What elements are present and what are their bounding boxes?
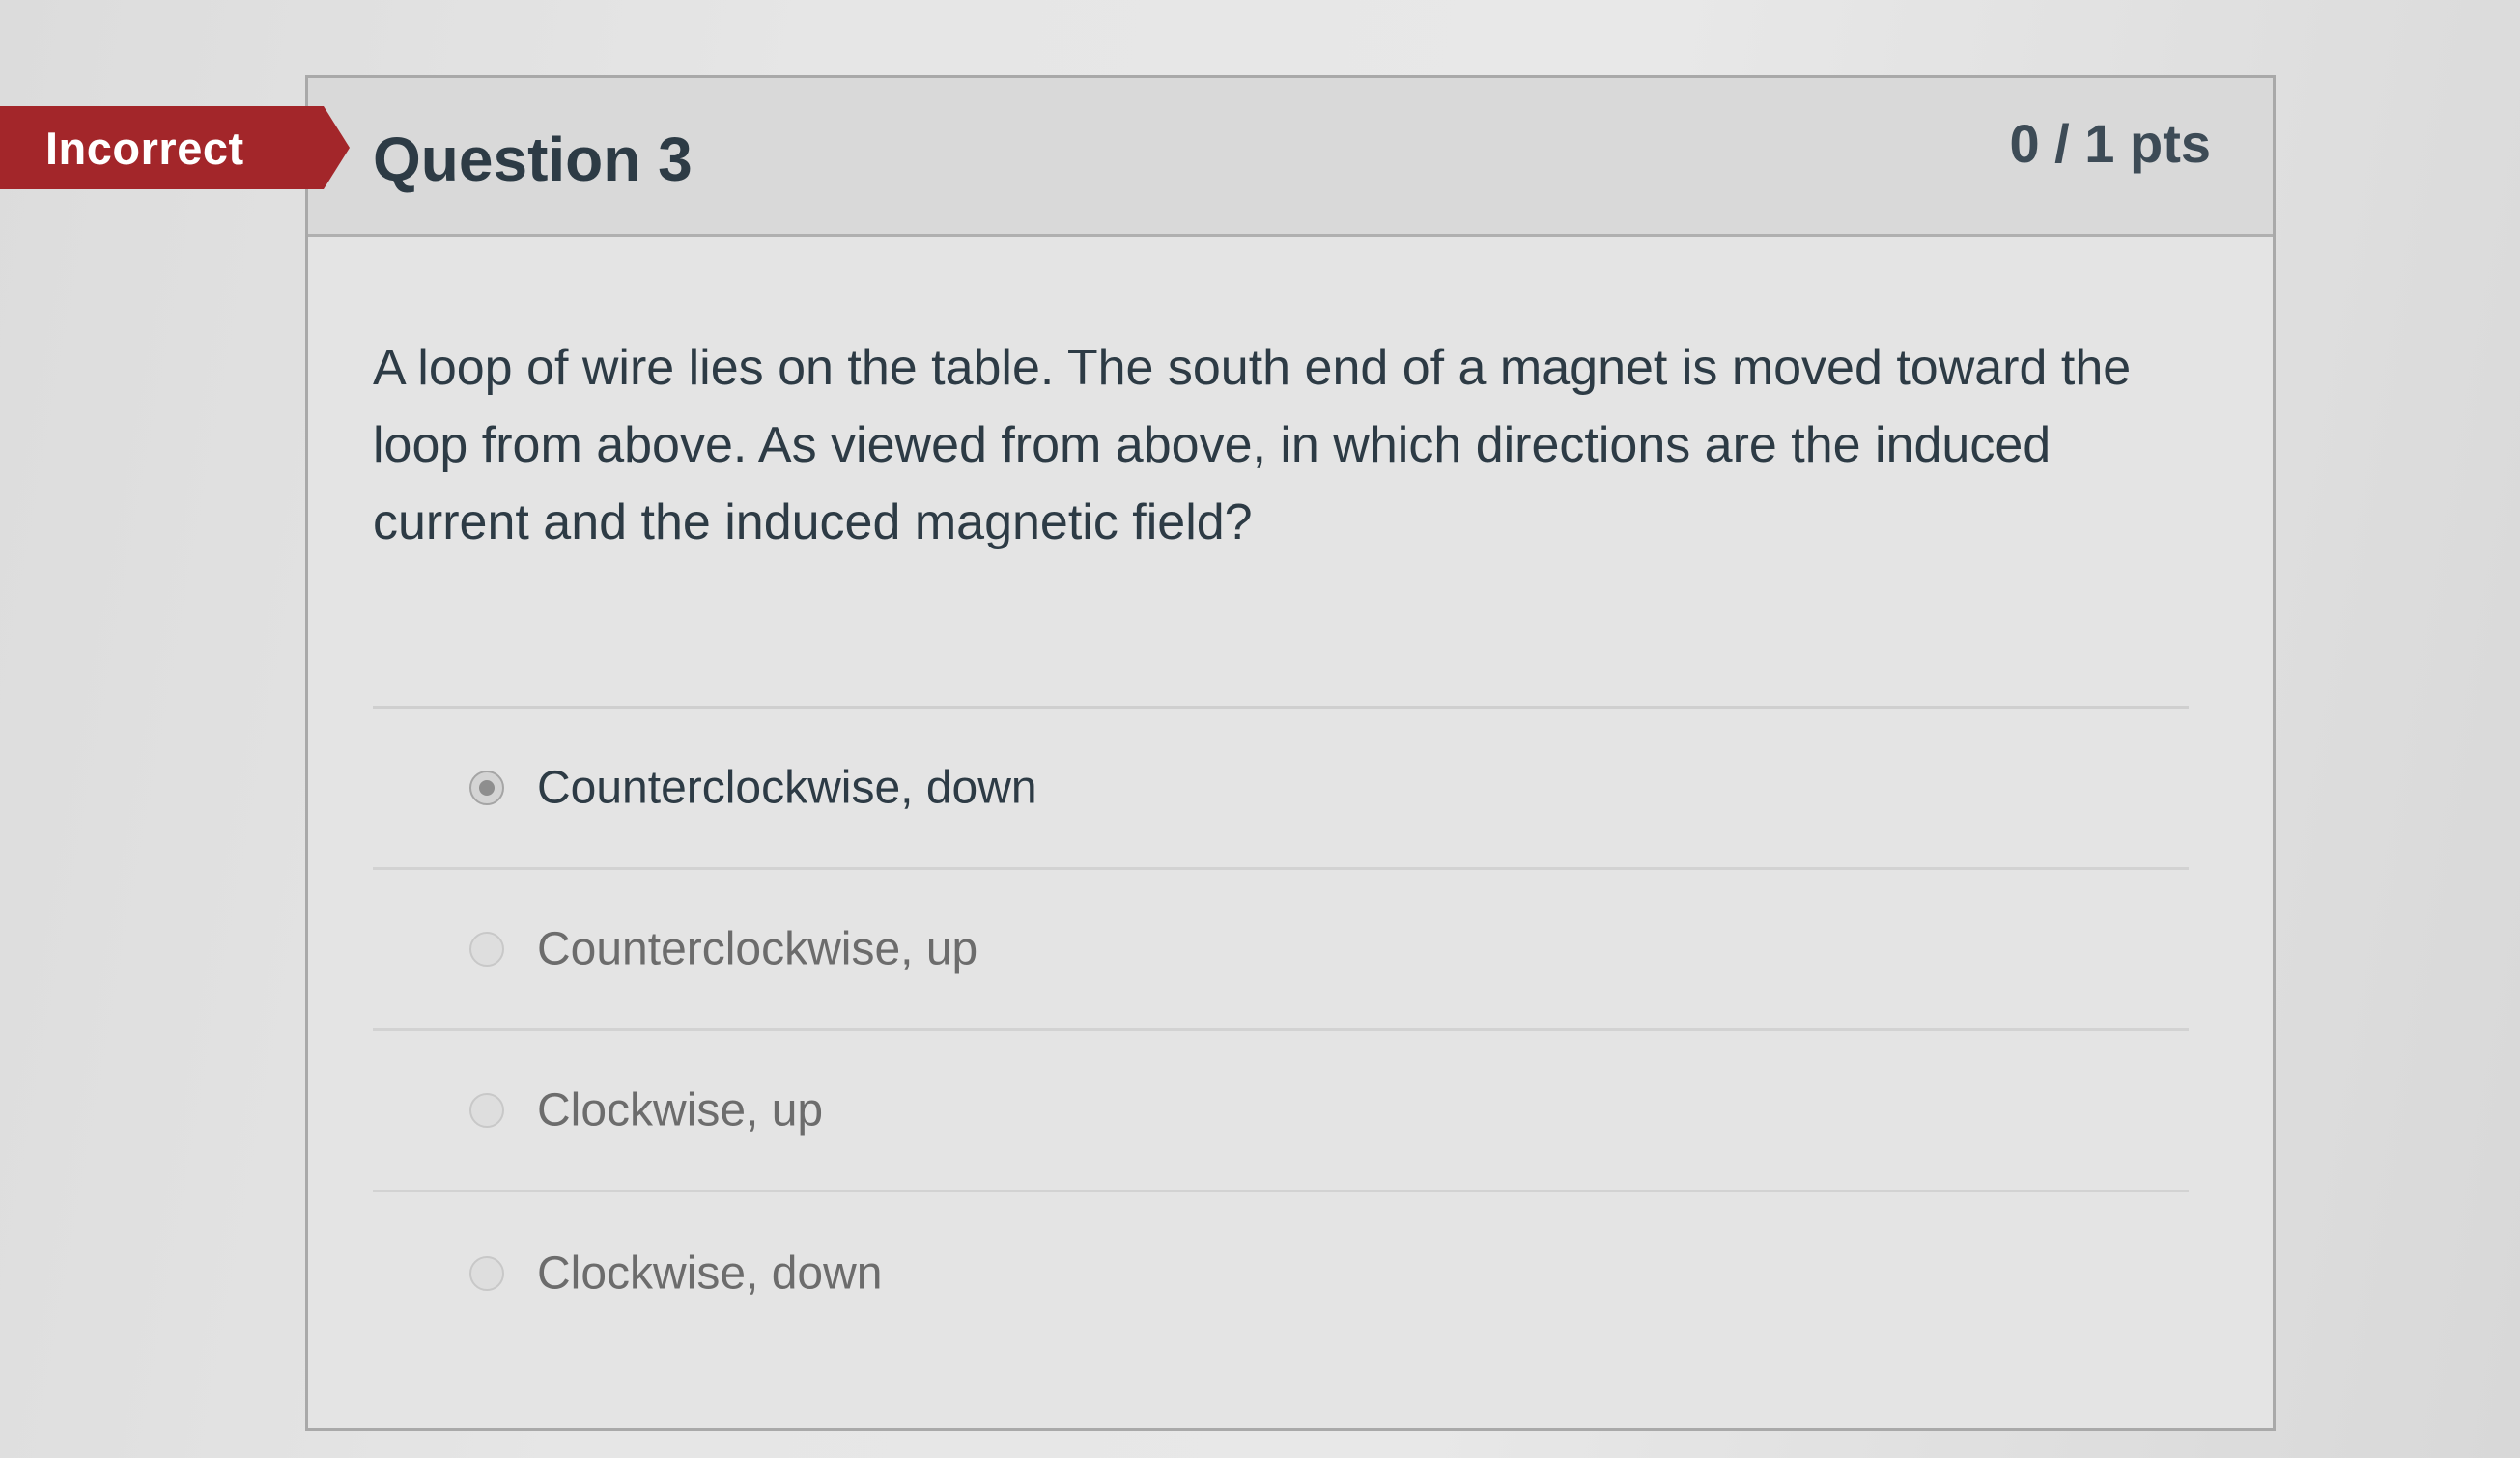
answer-label: Counterclockwise, down: [537, 762, 1037, 814]
radio-button-icon[interactable]: [469, 932, 504, 967]
status-flag-incorrect: Incorrect: [0, 106, 350, 189]
answer-label: Counterclockwise, up: [537, 923, 978, 975]
radio-button-icon[interactable]: [469, 1093, 504, 1128]
question-title: Question 3: [373, 125, 693, 194]
radio-button-selected-icon[interactable]: [469, 771, 504, 805]
answer-option[interactable]: Clockwise, down: [373, 1192, 2189, 1354]
answer-option[interactable]: Counterclockwise, down: [373, 709, 2189, 870]
radio-button-icon[interactable]: [469, 1255, 504, 1291]
answer-label: Clockwise, down: [537, 1248, 883, 1299]
question-header: Question 3 0 / 1 pts: [308, 78, 2273, 237]
answer-option[interactable]: Clockwise, up: [373, 1031, 2189, 1192]
question-text: A loop of wire lies on the table. The so…: [373, 340, 2132, 550]
status-label: Incorrect: [45, 122, 244, 174]
answer-option[interactable]: Counterclockwise, up: [373, 870, 2189, 1031]
answer-label: Clockwise, up: [537, 1084, 824, 1136]
question-points: 0 / 1 pts: [2009, 113, 2211, 174]
question-card: Question 3 0 / 1 pts A loop of wire lies…: [305, 75, 2276, 1431]
